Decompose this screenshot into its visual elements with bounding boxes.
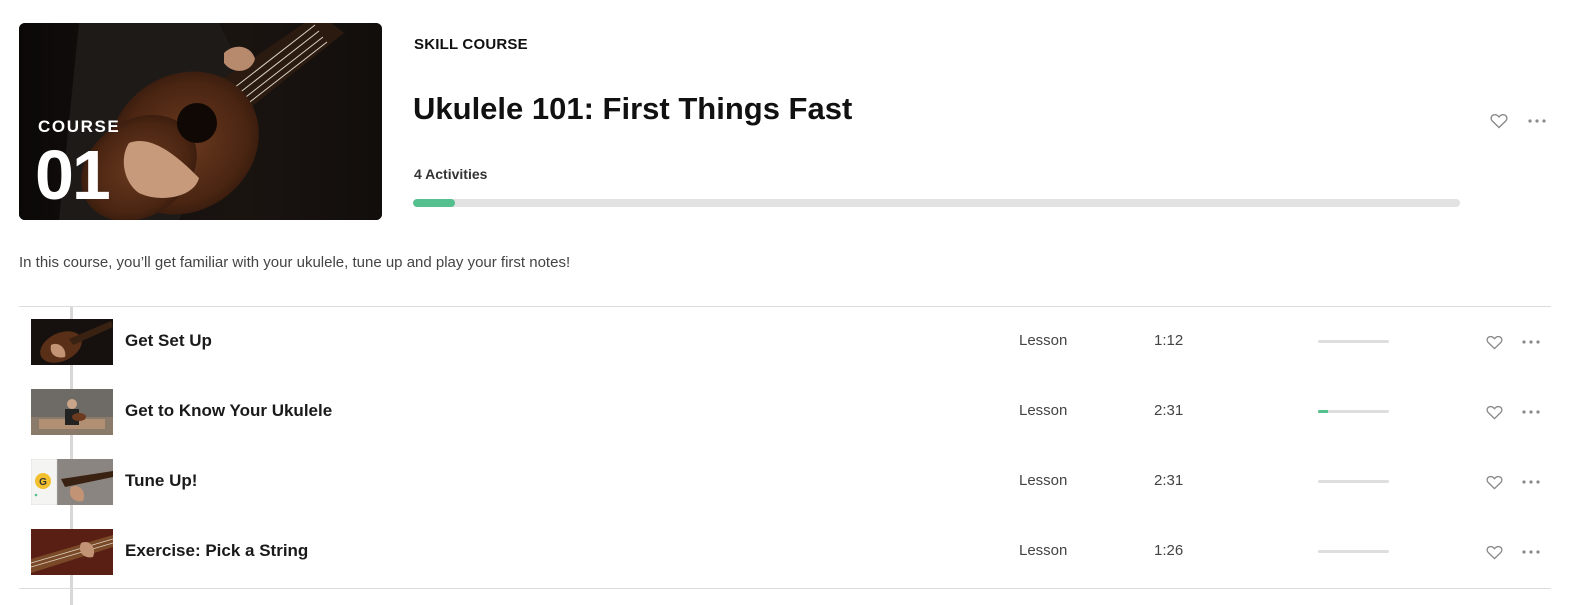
more-horizontal-icon bbox=[1522, 550, 1540, 554]
course-progress-fill bbox=[413, 199, 455, 207]
list-bottom-divider bbox=[19, 588, 1551, 589]
lesson-title[interactable]: Get Set Up bbox=[125, 331, 212, 351]
more-horizontal-icon bbox=[1522, 480, 1540, 484]
lesson-thumbnail bbox=[31, 389, 113, 435]
lesson-duration: 2:31 bbox=[1154, 472, 1184, 489]
heart-outline-icon bbox=[1485, 335, 1503, 350]
lesson-more-button[interactable] bbox=[1518, 329, 1544, 355]
lesson-type: Lesson bbox=[1019, 472, 1068, 489]
lesson-more-button[interactable] bbox=[1518, 469, 1544, 495]
lesson-progress-bar bbox=[1318, 550, 1389, 553]
more-horizontal-icon bbox=[1522, 340, 1540, 344]
lesson-progress-fill bbox=[1318, 410, 1328, 413]
course-artwork: COURSE 01 bbox=[19, 23, 382, 220]
lesson-type: Lesson bbox=[1019, 402, 1068, 419]
lesson-row-tune-up[interactable]: G Tune Up! Lesson 2:31 bbox=[19, 447, 1551, 517]
lesson-thumbnail: G bbox=[31, 459, 113, 505]
lesson-more-button[interactable] bbox=[1518, 539, 1544, 565]
activities-count: 4 Activities bbox=[414, 166, 488, 182]
course-type-label: SKILL COURSE bbox=[414, 36, 528, 53]
lesson-progress-bar bbox=[1318, 410, 1389, 413]
lesson-more-button[interactable] bbox=[1518, 399, 1544, 425]
lesson-thumbnail bbox=[31, 529, 113, 575]
heart-outline-icon bbox=[1485, 545, 1503, 560]
lesson-duration: 1:26 bbox=[1154, 542, 1184, 559]
page-title: Ukulele 101: First Things Fast bbox=[413, 91, 853, 126]
lesson-favorite-button[interactable] bbox=[1481, 469, 1507, 495]
heart-outline-icon bbox=[1485, 405, 1503, 420]
lesson-type: Lesson bbox=[1019, 542, 1068, 559]
favorite-button[interactable] bbox=[1486, 108, 1512, 134]
lesson-type: Lesson bbox=[1019, 332, 1068, 349]
lesson-thumbnail bbox=[31, 319, 113, 365]
course-description: In this course, you’ll get familiar with… bbox=[19, 254, 571, 271]
lesson-duration: 1:12 bbox=[1154, 332, 1184, 349]
lesson-row-get-set-up[interactable]: Get Set Up Lesson 1:12 bbox=[19, 307, 1551, 377]
lesson-favorite-button[interactable] bbox=[1481, 329, 1507, 355]
more-horizontal-icon bbox=[1522, 410, 1540, 414]
lesson-title[interactable]: Exercise: Pick a String bbox=[125, 541, 308, 561]
course-label: COURSE bbox=[38, 117, 121, 136]
heart-outline-icon bbox=[1490, 114, 1508, 129]
lesson-progress-bar bbox=[1318, 340, 1389, 343]
lesson-favorite-button[interactable] bbox=[1481, 399, 1507, 425]
lesson-title[interactable]: Tune Up! bbox=[125, 471, 197, 491]
tuner-note-text: G bbox=[39, 477, 47, 488]
lesson-row-know-your-ukulele[interactable]: Get to Know Your Ukulele Lesson 2:31 bbox=[19, 377, 1551, 447]
more-horizontal-icon bbox=[1528, 119, 1546, 123]
heart-outline-icon bbox=[1485, 475, 1503, 490]
more-options-button[interactable] bbox=[1524, 108, 1550, 134]
course-number: 01 bbox=[35, 136, 111, 214]
lesson-duration: 2:31 bbox=[1154, 402, 1184, 419]
course-progress-bar bbox=[413, 199, 1460, 207]
lesson-progress-bar bbox=[1318, 480, 1389, 483]
lesson-row-pick-a-string[interactable]: Exercise: Pick a String Lesson 1:26 bbox=[19, 517, 1551, 587]
lesson-title[interactable]: Get to Know Your Ukulele bbox=[125, 401, 332, 421]
lesson-favorite-button[interactable] bbox=[1481, 539, 1507, 565]
